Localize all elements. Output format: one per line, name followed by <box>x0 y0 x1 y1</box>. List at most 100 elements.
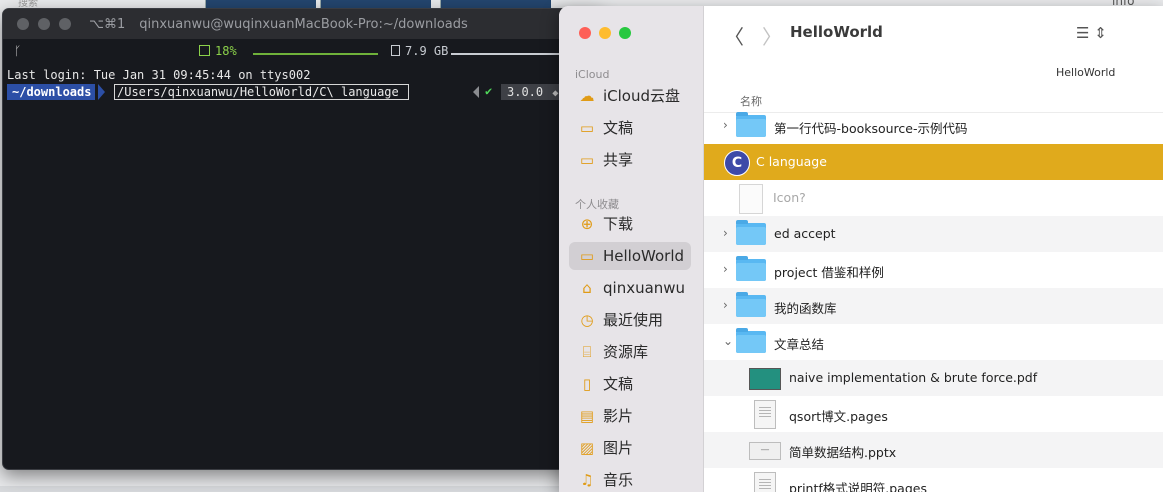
cpu-percent: 18% <box>215 44 237 58</box>
zoom-button[interactable] <box>619 27 631 39</box>
sidebar-item-label: 下载 <box>603 215 634 233</box>
file-row[interactable]: Icon? <box>704 180 1163 216</box>
terminal-status-bar: ᚴ 18% 7.9 GB <box>3 39 603 65</box>
prompt-arrow-icon <box>98 84 105 100</box>
sidebar-item[interactable]: ⌂ qinxuanwu <box>569 274 691 302</box>
forward-button[interactable]: 〉 <box>762 21 782 50</box>
background-thumbnail <box>440 0 551 8</box>
download-icon: ⊕ <box>580 215 594 233</box>
folder-icon <box>736 112 766 137</box>
last-login-line: Last login: Tue Jan 31 09:45:44 on ttys0… <box>7 68 311 82</box>
path-label: HelloWorld <box>1056 66 1116 79</box>
sidebar-item[interactable]: ⌸ 资源库 <box>569 338 691 366</box>
file-name: 第一行代码-booksource-示例代码 <box>774 121 968 136</box>
folder-icon: ▭ <box>579 247 595 265</box>
document-icon <box>739 184 763 214</box>
sidebar-item-label: 图片 <box>603 439 634 457</box>
folder-row[interactable]: ⌄ 文章总结 <box>704 324 1163 360</box>
sidebar-item-label: HelloWorld <box>603 247 685 265</box>
shared-folder-icon: ▭ <box>579 151 595 169</box>
close-button[interactable] <box>579 27 591 39</box>
memory-used: 7.9 GB <box>405 44 449 58</box>
folder-icon: ▭ <box>579 119 595 137</box>
sidebar-item[interactable]: ▭ 共享 <box>569 146 691 174</box>
sidebar-item[interactable]: ☁ iCloud云盘 <box>569 82 691 110</box>
folder-icon <box>736 328 766 353</box>
disclosure-collapsed-icon[interactable]: › <box>723 226 728 240</box>
c-language-icon: C <box>724 150 750 176</box>
folder-icon <box>736 220 766 245</box>
terminal-title-text: qinxuanwu@wuqinxuanMacBook-Pro:~/downloa… <box>139 17 468 32</box>
background-thumbnail <box>205 0 316 8</box>
file-name: printf格式说明符.pages <box>789 481 927 492</box>
photo-icon: ▨ <box>579 439 595 457</box>
sidebar-item-label: 文稿 <box>603 119 634 137</box>
cloud-icon: ☁ <box>579 87 595 105</box>
tab-shortcut-label: ⌥⌘1 <box>89 17 126 32</box>
file-name: naive implementation & brute force.pdf <box>789 370 1038 385</box>
cpu-chip-icon <box>199 45 210 56</box>
disclosure-collapsed-icon[interactable]: › <box>723 298 728 312</box>
sidebar-item[interactable]: ▤ 影片 <box>569 402 691 430</box>
sidebar-item[interactable]: ♫ 音乐 <box>569 466 691 492</box>
terminal-titlebar[interactable]: ⌥⌘1 qinxuanwu@wuqinxuanMacBook-Pro:~/down… <box>3 9 603 39</box>
file-row[interactable]: — 简单数据结构.pptx <box>704 432 1163 468</box>
background-thumbnail <box>320 0 431 8</box>
sidebar-item[interactable]: ▭ HelloWorld <box>569 242 691 270</box>
home-icon: ⌂ <box>582 279 592 297</box>
sidebar-item-label: 最近使用 <box>603 311 664 329</box>
finder-toolbar: 〈 〉 HelloWorld ☰ ⇕ <box>704 6 1163 66</box>
cpu-indicator: 18% <box>199 44 237 58</box>
disclosure-collapsed-icon[interactable]: › <box>723 118 728 132</box>
close-button[interactable] <box>17 18 29 30</box>
file-name: Icon? <box>773 190 806 205</box>
disclosure-collapsed-icon[interactable]: › <box>723 262 728 276</box>
sidebar-item-label: iCloud云盘 <box>603 87 681 105</box>
sidebar-item[interactable]: ▭ 文稿 <box>569 114 691 142</box>
file-row[interactable]: naive implementation & brute force.pdf <box>704 360 1163 396</box>
column-name-header[interactable]: 名称 <box>740 93 762 109</box>
finder-sidebar: iCloud ☁ iCloud云盘 ▭ 文稿 ▭ 共享 个人收藏 ⊕ 下载 ▭ HelloWorld ⌂… <box>559 6 704 492</box>
right-prompt-arrow-icon <box>473 86 479 98</box>
finder-main-pane: 〈 〉 HelloWorld ☰ ⇕ HelloWorld 名称 › 第一行代码-… <box>704 6 1163 492</box>
file-row[interactable]: printf格式说明符.pages <box>704 468 1163 492</box>
music-icon: ♫ <box>580 471 594 489</box>
minimize-button[interactable] <box>599 27 611 39</box>
sidebar-item-label: 影片 <box>603 407 634 425</box>
back-button[interactable]: 〈 <box>724 21 744 50</box>
folder-row[interactable]: › 我的函数库 <box>704 288 1163 324</box>
document-icon: ▯ <box>582 375 592 393</box>
folder-icon <box>736 292 766 317</box>
gem-icon: ◆ <box>552 88 559 99</box>
sidebar-item-label: qinxuanwu <box>603 279 686 297</box>
pptx-file-icon: — <box>749 442 781 460</box>
folder-row[interactable]: ⌄CC language <box>704 144 1163 180</box>
folder-row[interactable]: › ed accept <box>704 216 1163 252</box>
command-input[interactable]: /Users/qinxuanwu/HelloWorld/C\ language <box>114 84 409 100</box>
list-view-button[interactable]: ☰ ⇕ <box>1076 24 1107 42</box>
minimize-button[interactable] <box>38 18 50 30</box>
terminal-title: ⌥⌘1 qinxuanwu@wuqinxuanMacBook-Pro:~/down… <box>89 17 468 32</box>
version-text: 3.0.0 <box>507 85 544 99</box>
git-branch-icon: ᚴ <box>14 44 22 58</box>
file-name: ed accept <box>774 226 836 241</box>
zoom-button[interactable] <box>59 18 71 30</box>
terminal-window[interactable]: ⌥⌘1 qinxuanwu@wuqinxuanMacBook-Pro:~/down… <box>2 8 604 470</box>
sidebar-item-label: 音乐 <box>603 471 634 489</box>
folder-row[interactable]: › project 借鉴和样例 <box>704 252 1163 288</box>
disclosure-expanded-icon[interactable]: ⌄ <box>723 334 733 348</box>
folder-row[interactable]: › 第一行代码-booksource-示例代码 <box>704 108 1163 144</box>
terminal-body[interactable]: Last login: Tue Jan 31 09:45:44 on ttys0… <box>3 65 603 102</box>
memory-icon <box>391 45 400 56</box>
prompt-line[interactable]: ~/downloads /Users/qinxuanwu/HelloWorld/… <box>7 84 603 102</box>
film-icon: ▤ <box>579 407 595 425</box>
sidebar-item[interactable]: ⊕ 下载 <box>569 210 691 238</box>
sidebar-item[interactable]: ▯ 文稿 <box>569 370 691 398</box>
sidebar-item-label: 文稿 <box>603 375 634 393</box>
window-title: HelloWorld <box>790 23 883 41</box>
sidebar-item[interactable]: ◷ 最近使用 <box>569 306 691 334</box>
finder-window[interactable]: iCloud ☁ iCloud云盘 ▭ 文稿 ▭ 共享 个人收藏 ⊕ 下载 ▭ HelloWorld ⌂… <box>559 6 1163 492</box>
sidebar-item-label: 共享 <box>603 151 634 169</box>
sidebar-item[interactable]: ▨ 图片 <box>569 434 691 462</box>
file-row[interactable]: qsort博文.pages <box>704 396 1163 432</box>
